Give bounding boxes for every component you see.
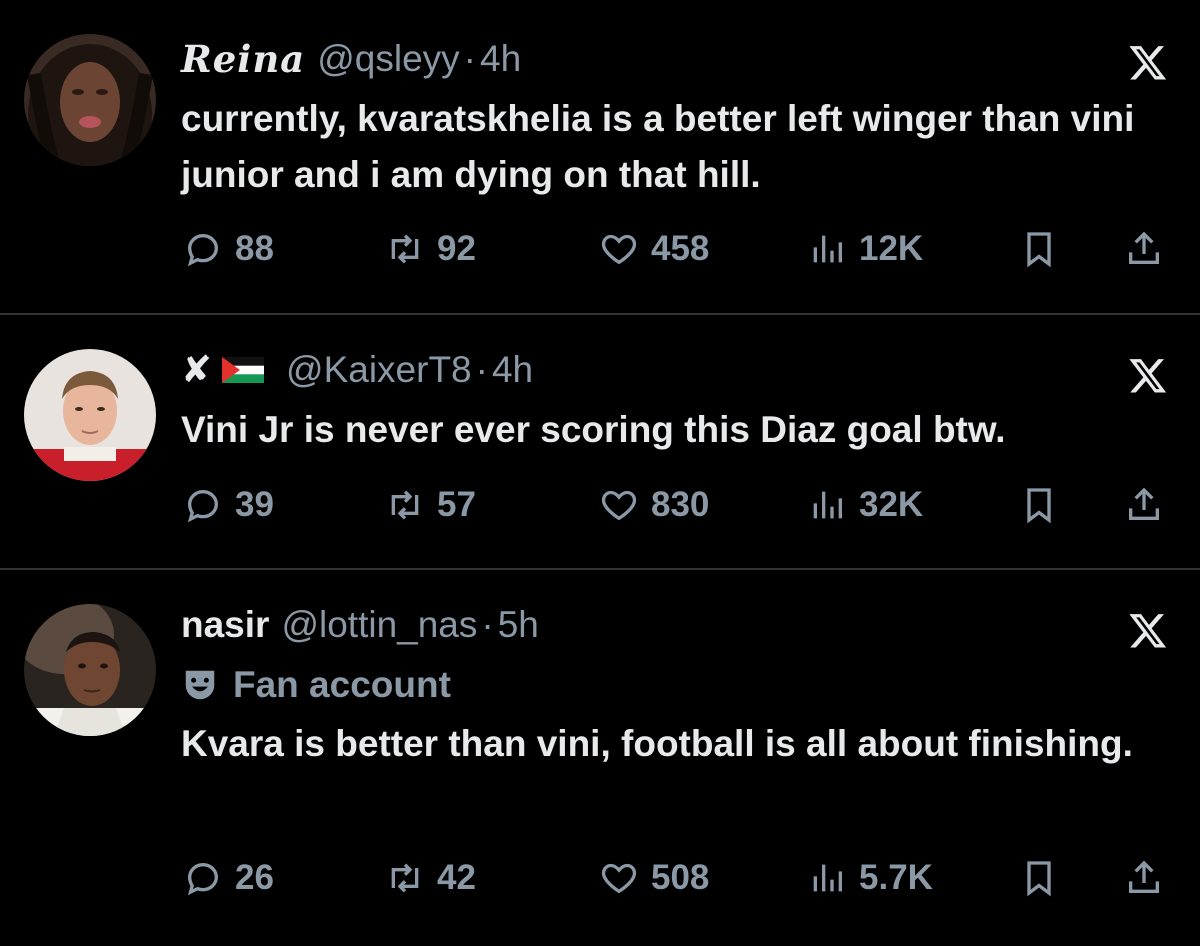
avatar[interactable] (24, 604, 156, 736)
reply-icon (187, 862, 219, 896)
heart-icon (601, 490, 637, 521)
views-button[interactable]: 32K (807, 475, 923, 535)
bookmark-button[interactable] (1019, 475, 1059, 535)
separator-dot: · (481, 604, 494, 645)
reply-button[interactable]: 39 (183, 475, 274, 535)
palestine-flag-icon (222, 357, 265, 383)
share-button[interactable] (1124, 475, 1164, 535)
share-button[interactable] (1124, 848, 1164, 908)
reply-button[interactable]: 26 (183, 848, 274, 908)
fan-account-text: Fan account (233, 664, 451, 705)
like-count: 458 (651, 229, 710, 268)
retweet-icon (391, 863, 419, 893)
user-handle[interactable]: @qsleyy (317, 36, 459, 82)
bookmark-icon (1027, 232, 1051, 268)
timeline: Reina @qsleyy · 4h currently, kvaratskhe… (0, 0, 1200, 946)
separator-dot: · (463, 38, 476, 79)
display-name[interactable]: ✘ (181, 347, 212, 393)
heart-icon (601, 234, 637, 265)
views-button[interactable]: 5.7K (807, 848, 933, 908)
share-button[interactable] (1124, 219, 1164, 279)
reply-icon (187, 233, 219, 267)
fan-account-label: Fan account (181, 662, 451, 708)
avatar[interactable] (24, 349, 156, 481)
retweet-icon (391, 234, 419, 264)
views-button[interactable]: 12K (807, 219, 923, 279)
action-bar: 39 57 830 32K (181, 475, 1171, 535)
like-button[interactable]: 508 (599, 848, 709, 908)
share-icon (1129, 231, 1159, 264)
views-count: 12K (859, 229, 924, 268)
x-logo-icon (1129, 46, 1167, 80)
reply-count: 26 (235, 858, 274, 897)
views-icon (813, 491, 842, 519)
retweet-count: 57 (437, 485, 476, 524)
timestamp[interactable]: 4h (480, 36, 521, 82)
tweet-card[interactable]: ✘ @KaixerT8 · 4h Vini Jr is never ever s… (0, 315, 1200, 568)
display-name[interactable]: nasir (181, 602, 269, 648)
heart-icon (601, 863, 637, 894)
separator-dot: · (475, 349, 488, 390)
retweet-icon (391, 490, 419, 520)
action-bar: 26 42 508 5.7K (181, 848, 1171, 908)
share-icon (1129, 860, 1159, 893)
retweet-button[interactable]: 57 (385, 475, 476, 535)
views-count: 5.7K (859, 858, 933, 897)
timestamp[interactable]: 4h (492, 347, 533, 393)
views-count: 32K (859, 485, 924, 524)
bookmark-button[interactable] (1019, 848, 1059, 908)
tweet-text: currently, kvaratskhelia is a better lef… (181, 98, 1135, 195)
x-logo-icon (1129, 359, 1167, 393)
retweet-button[interactable]: 92 (385, 219, 476, 279)
like-button[interactable]: 458 (599, 219, 709, 279)
like-count: 830 (651, 485, 710, 524)
avatar[interactable] (24, 34, 156, 166)
tweet-header: Reina @qsleyy · 4h (181, 36, 521, 82)
tweet-header: nasir @lottin_nas · 5h (181, 602, 539, 648)
views-icon (813, 235, 842, 263)
retweet-count: 92 (437, 229, 476, 268)
retweet-button[interactable]: 42 (385, 848, 476, 908)
user-handle[interactable]: @lottin_nas (281, 602, 477, 648)
reply-icon (187, 489, 219, 523)
user-handle[interactable]: @KaixerT8 (286, 347, 472, 393)
bookmark-button[interactable] (1019, 219, 1059, 279)
reply-count: 88 (235, 229, 274, 268)
bookmark-icon (1027, 488, 1051, 524)
bookmark-icon (1027, 861, 1051, 897)
like-button[interactable]: 830 (599, 475, 709, 535)
views-icon (813, 864, 842, 892)
action-bar: 88 92 458 12K (181, 219, 1171, 279)
reply-button[interactable]: 88 (183, 219, 274, 279)
share-icon (1129, 487, 1159, 520)
theater-masks-icon (185, 670, 215, 700)
x-logo-icon (1129, 614, 1167, 648)
like-count: 508 (651, 858, 710, 897)
retweet-count: 42 (437, 858, 476, 897)
tweet-header: ✘ @KaixerT8 · 4h (181, 347, 533, 393)
tweet-card[interactable]: Reina @qsleyy · 4h currently, kvaratskhe… (0, 0, 1200, 313)
tweet-text: Kvara is better than vini, football is a… (181, 723, 1133, 764)
timestamp[interactable]: 5h (498, 602, 539, 648)
display-name[interactable]: Reina (181, 36, 305, 82)
reply-count: 39 (235, 485, 274, 524)
tweet-text: Vini Jr is never ever scoring this Diaz … (181, 409, 1006, 450)
tweet-card[interactable]: nasir @lottin_nas · 5h Fan account Kvara… (0, 570, 1200, 946)
